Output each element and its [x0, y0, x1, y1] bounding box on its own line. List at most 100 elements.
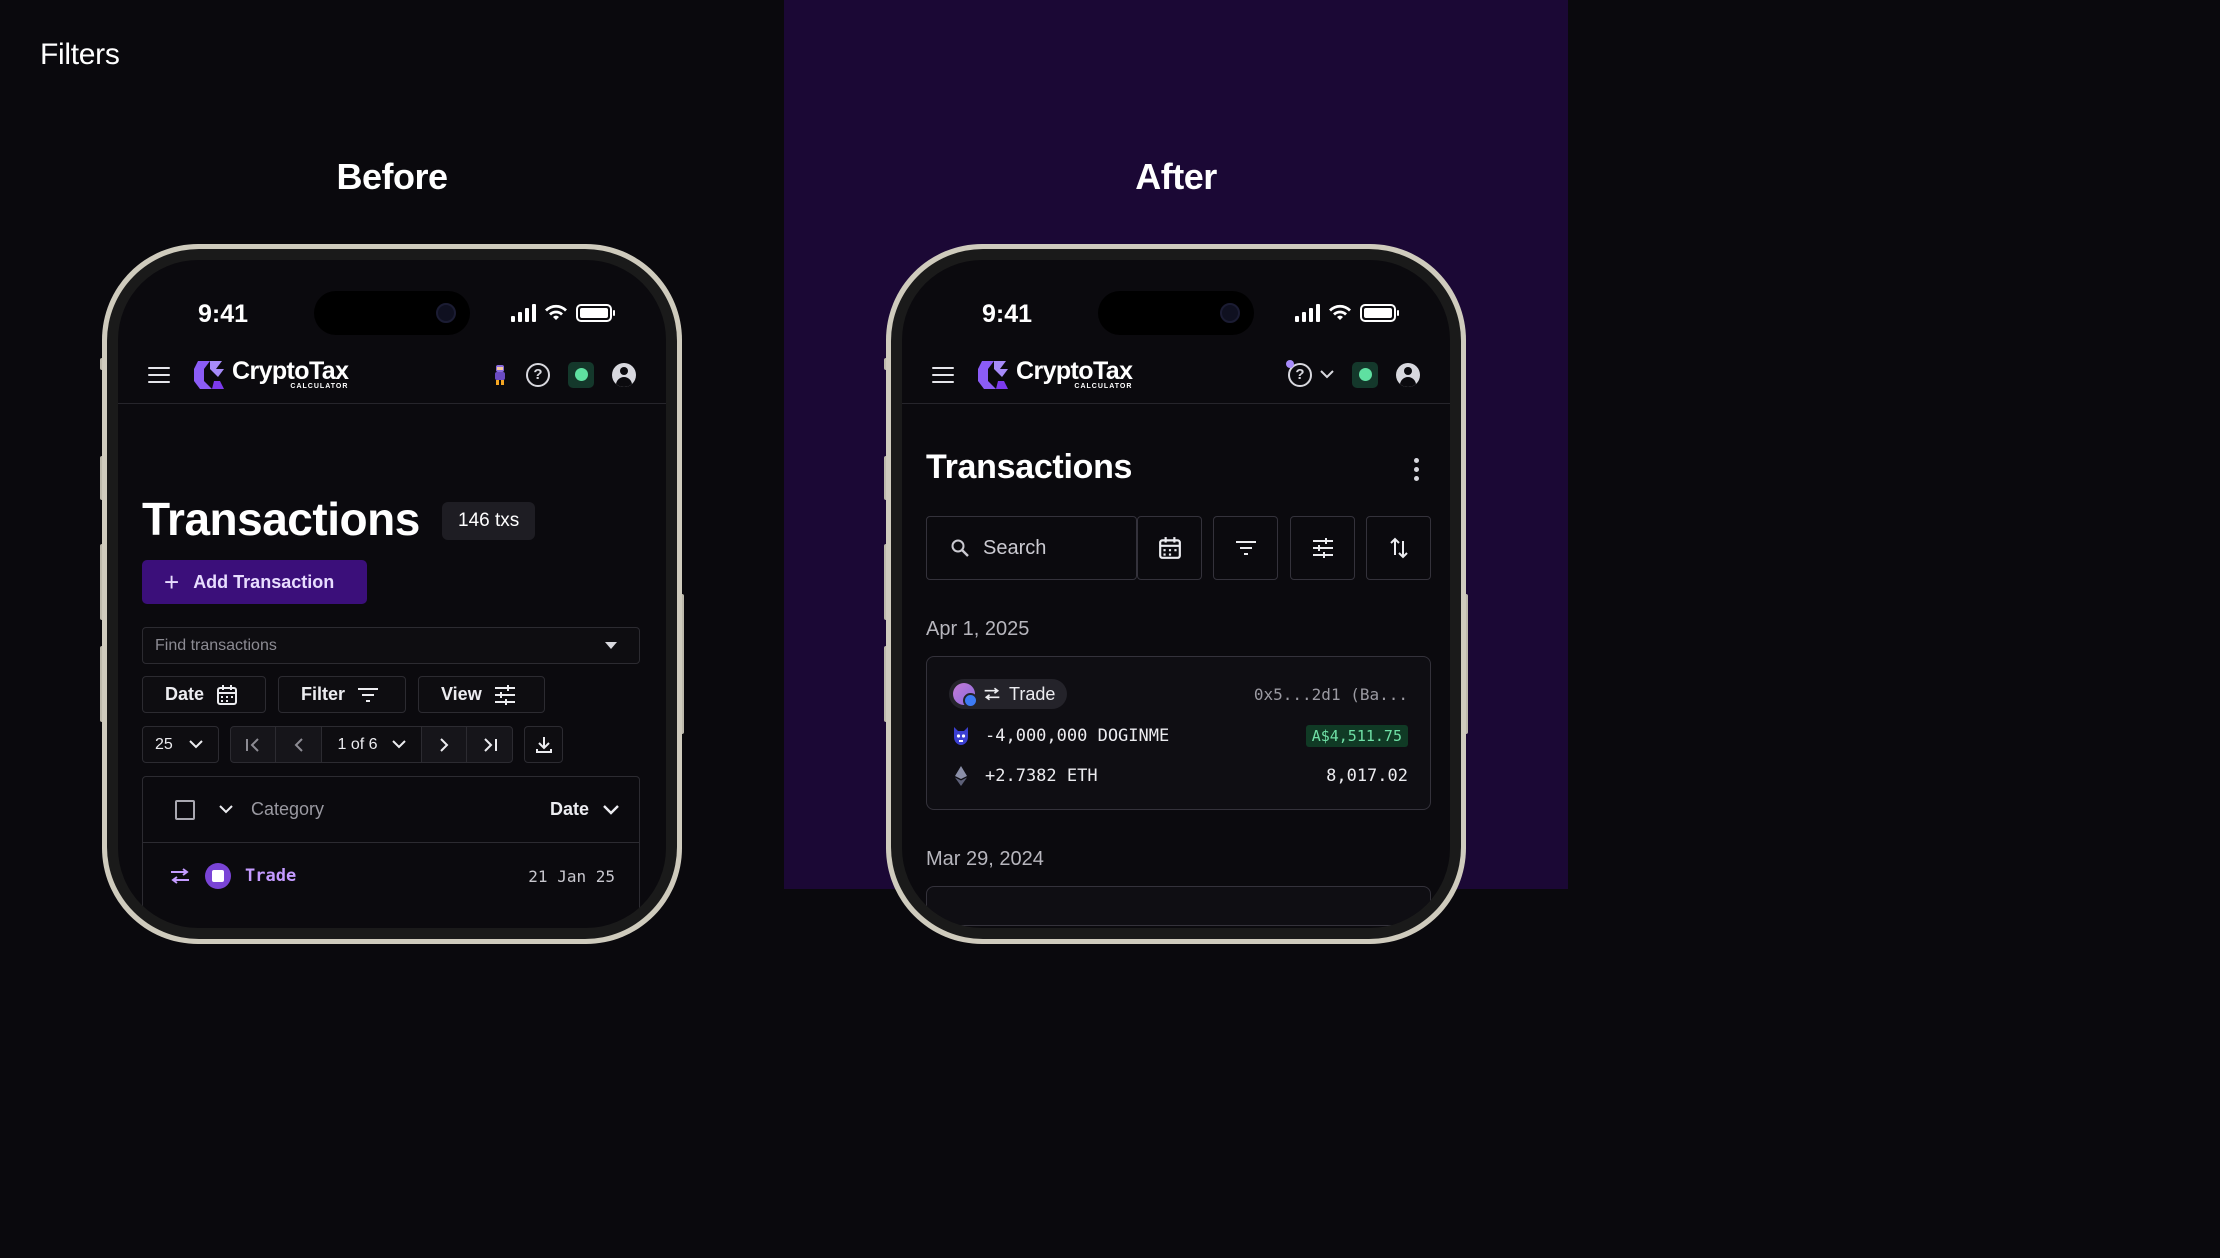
logo-mark-icon	[978, 360, 1008, 389]
app-bar: CryptoTax CALCULATOR ?	[118, 346, 666, 404]
logo-sub: CALCULATOR	[290, 383, 349, 390]
tx-type-chip: Trade	[949, 679, 1068, 709]
transaction-card[interactable]	[926, 886, 1431, 926]
date-filter-button[interactable]	[1137, 516, 1202, 580]
filter-button[interactable]: Filter	[278, 676, 406, 713]
col-date[interactable]: Date	[550, 799, 619, 820]
app-bar: CryptoTax CALCULATOR ?	[902, 346, 1450, 404]
swap-icon	[171, 868, 189, 884]
tx-count-badge: 146 txs	[442, 502, 536, 540]
phone-frame-before: 9:41 CryptoTax CALCULATOR ? Transactions…	[102, 244, 682, 944]
col-category[interactable]: Category	[251, 799, 324, 820]
sliders-icon	[1312, 538, 1333, 558]
last-page-button[interactable]	[467, 727, 512, 762]
logo[interactable]: CryptoTax CALCULATOR	[190, 355, 349, 395]
prev-page-button[interactable]	[276, 727, 322, 762]
battery-icon	[576, 304, 615, 322]
more-options-icon[interactable]	[1414, 458, 1420, 481]
download-icon	[535, 736, 552, 753]
chevron-left-icon	[294, 737, 303, 752]
chevron-down-icon[interactable]	[219, 805, 233, 814]
tx-line-value: 8,017.02	[1326, 766, 1408, 786]
battery-icon	[1360, 304, 1399, 322]
after-heading: After	[1135, 156, 1217, 197]
view-settings-button[interactable]	[1290, 516, 1355, 580]
select-all-checkbox[interactable]	[175, 799, 195, 820]
menu-icon[interactable]	[148, 366, 170, 383]
table-row[interactable]: Trade 21 Jan 25	[143, 843, 639, 909]
before-heading: Before	[336, 156, 448, 197]
first-page-button[interactable]	[231, 727, 276, 762]
transactions-table: Category Date Trade 21 Jan 25	[142, 776, 640, 928]
chevron-down-icon	[603, 804, 619, 815]
filter-icon	[358, 687, 379, 702]
transactions-title: Transactions	[142, 493, 420, 545]
logo[interactable]: CryptoTax CALCULATOR	[974, 355, 1133, 395]
view-button-label: View	[441, 684, 482, 704]
menu-icon[interactable]	[932, 366, 954, 383]
add-transaction-button[interactable]: + Add Transaction	[142, 560, 367, 604]
page-size-select[interactable]: 25	[142, 726, 219, 763]
status-icons	[511, 304, 615, 322]
tx-line-value: A$4,511.75	[1305, 725, 1408, 747]
account-icon[interactable]	[612, 362, 636, 387]
date-group-header: Apr 1, 2025	[926, 618, 1030, 640]
last-page-icon	[483, 737, 497, 752]
mascot-icon[interactable]	[492, 364, 508, 386]
search-placeholder: Search	[983, 536, 1047, 559]
signal-icon	[1295, 304, 1320, 322]
doginme-token-icon	[954, 727, 968, 745]
transaction-card[interactable]: Trade 0x5...2d1 (Ba... -4,000,000 DOGINM…	[926, 656, 1431, 810]
transactions-title: Transactions	[926, 448, 1133, 486]
logo-sub: CALCULATOR	[1074, 383, 1133, 390]
first-page-icon	[246, 737, 259, 752]
next-page-button[interactable]	[422, 727, 467, 762]
tx-hash[interactable]: 0x5...2d1 (Ba...	[1254, 685, 1408, 704]
date-button[interactable]: Date	[142, 676, 266, 713]
notification-dot-icon	[1286, 359, 1294, 368]
sort-icon	[1389, 537, 1408, 559]
phone-screen-after: 9:41 CryptoTax CALCULATOR ? Transactions…	[902, 260, 1450, 928]
exchange-avatar	[205, 863, 231, 889]
before-panel: Filters Before 9:41 CryptoTax CALCULATOR…	[0, 0, 784, 944]
tx-line-amount: +2.7382 ETH	[985, 766, 1098, 786]
calendar-icon	[217, 684, 238, 705]
find-transactions-input[interactable]: Find transactions	[142, 627, 640, 664]
logo-name: CryptoTax	[1016, 357, 1133, 385]
eth-token-icon	[955, 766, 967, 786]
sliders-icon	[494, 684, 515, 705]
date-group-header: Mar 29, 2024	[926, 848, 1044, 870]
chevron-down-icon	[391, 740, 406, 749]
find-transactions-placeholder: Find transactions	[155, 636, 277, 654]
filter-button[interactable]	[1213, 516, 1278, 580]
view-button[interactable]: View	[418, 676, 545, 713]
chevron-right-icon	[440, 737, 449, 752]
row-date: 21 Jan 25	[528, 866, 615, 886]
tx-type-label: Trade	[1009, 683, 1056, 704]
help-icon[interactable]: ?	[526, 362, 550, 387]
account-icon[interactable]	[1396, 362, 1420, 387]
help-menu[interactable]: ?	[1286, 359, 1334, 387]
calendar-icon	[1158, 537, 1181, 559]
search-input[interactable]: Search	[926, 516, 1137, 580]
after-panel: After 9:41 CryptoTax CALCULATOR ? Transa…	[784, 0, 1568, 944]
dynamic-island	[1098, 291, 1254, 335]
download-button[interactable]	[524, 726, 563, 763]
pagination: 1 of 6	[230, 726, 513, 763]
wallet-avatar	[953, 683, 978, 708]
signal-icon	[511, 304, 536, 322]
sync-status-icon[interactable]	[568, 361, 594, 388]
page-select[interactable]: 1 of 6	[322, 727, 422, 762]
page-title: Filters	[40, 38, 120, 71]
row-category: Trade	[245, 866, 297, 886]
phone-screen-before: 9:41 CryptoTax CALCULATOR ? Transactions…	[118, 260, 666, 928]
tx-line-amount: -4,000,000 DOGINME	[985, 726, 1170, 746]
sort-button[interactable]	[1366, 516, 1431, 580]
tx-line: -4,000,000 DOGINME A$4,511.75	[951, 725, 1408, 747]
logo-mark-icon	[194, 360, 224, 389]
search-icon	[951, 539, 969, 557]
wifi-icon	[545, 304, 567, 320]
chevron-down-icon	[189, 740, 203, 749]
sync-status-icon[interactable]	[1352, 361, 1378, 388]
filter-button-label: Filter	[301, 684, 346, 704]
